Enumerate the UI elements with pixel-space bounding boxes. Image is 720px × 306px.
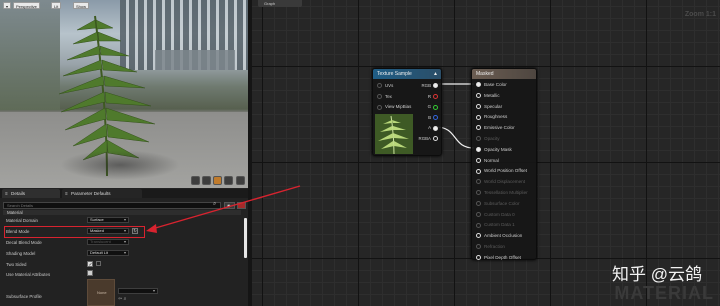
annotation-arrow xyxy=(146,185,301,233)
